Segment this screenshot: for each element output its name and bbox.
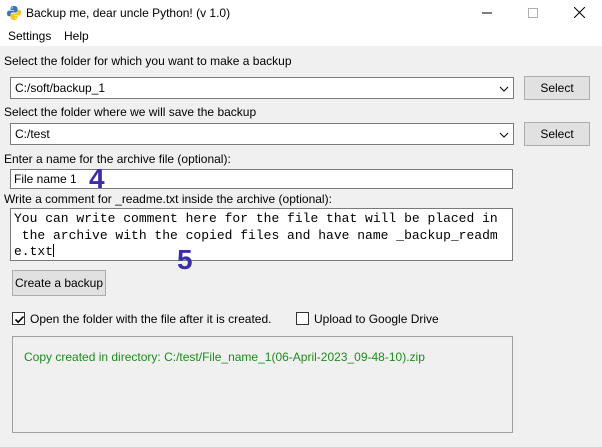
archive-name-input[interactable]: File name 1 (10, 169, 513, 189)
destination-folder-label: Select the folder where we will save the… (4, 105, 257, 119)
source-folder-combobox[interactable]: C:/soft/backup_1 (10, 77, 514, 99)
source-folder-label: Select the folder for which you want to … (4, 54, 292, 68)
checkmark-icon (14, 315, 25, 324)
open-folder-checkbox[interactable] (12, 312, 25, 325)
title-bar: Backup me, dear uncle Python! (v 1.0) (0, 0, 602, 27)
menu-help[interactable]: Help (64, 29, 89, 43)
window-title: Backup me, dear uncle Python! (v 1.0) (26, 6, 231, 20)
close-icon (573, 6, 585, 21)
upload-drive-label[interactable]: Upload to Google Drive (314, 312, 439, 326)
upload-drive-checkbox[interactable] (296, 312, 309, 325)
minimize-icon (482, 7, 492, 21)
status-message: Copy created in directory: C:/test/File_… (24, 350, 425, 364)
menu-settings[interactable]: Settings (8, 29, 51, 43)
source-folder-value: C:/soft/backup_1 (15, 81, 106, 95)
comment-line: the archive with the copied files and ha… (14, 227, 498, 243)
chevron-down-icon[interactable] (499, 83, 509, 93)
comment-text: You can write comment here for the file … (14, 211, 512, 260)
status-panel: Copy created in directory: C:/test/File_… (12, 336, 513, 433)
archive-name-label: Enter a name for the archive file (optio… (4, 152, 231, 166)
comment-label: Write a comment for _readme.txt inside t… (4, 192, 332, 206)
archive-name-value: File name 1 (14, 172, 77, 186)
annotation-marker-5: 5 (177, 244, 193, 275)
maximize-button[interactable] (510, 0, 556, 27)
text-caret (53, 244, 55, 257)
comment-textarea[interactable]: You can write comment here for the file … (10, 208, 513, 261)
maximize-icon (528, 7, 538, 21)
open-folder-label[interactable]: Open the folder with the file after it i… (30, 312, 271, 326)
select-destination-button[interactable]: Select (524, 122, 590, 146)
comment-line: You can write comment here for the file … (14, 211, 498, 226)
menu-bar: Settings Help (0, 27, 602, 46)
create-backup-button[interactable]: Create a backup (12, 270, 106, 296)
annotation-marker-4: 4 (89, 163, 105, 194)
close-button[interactable] (556, 0, 602, 27)
chevron-down-icon[interactable] (499, 129, 509, 139)
comment-line: e.txt (14, 244, 54, 259)
destination-folder-combobox[interactable]: C:/test (10, 123, 514, 145)
destination-folder-value: C:/test (15, 127, 50, 141)
minimize-button[interactable] (464, 0, 510, 27)
python-icon (6, 5, 22, 21)
select-source-button[interactable]: Select (524, 76, 590, 100)
